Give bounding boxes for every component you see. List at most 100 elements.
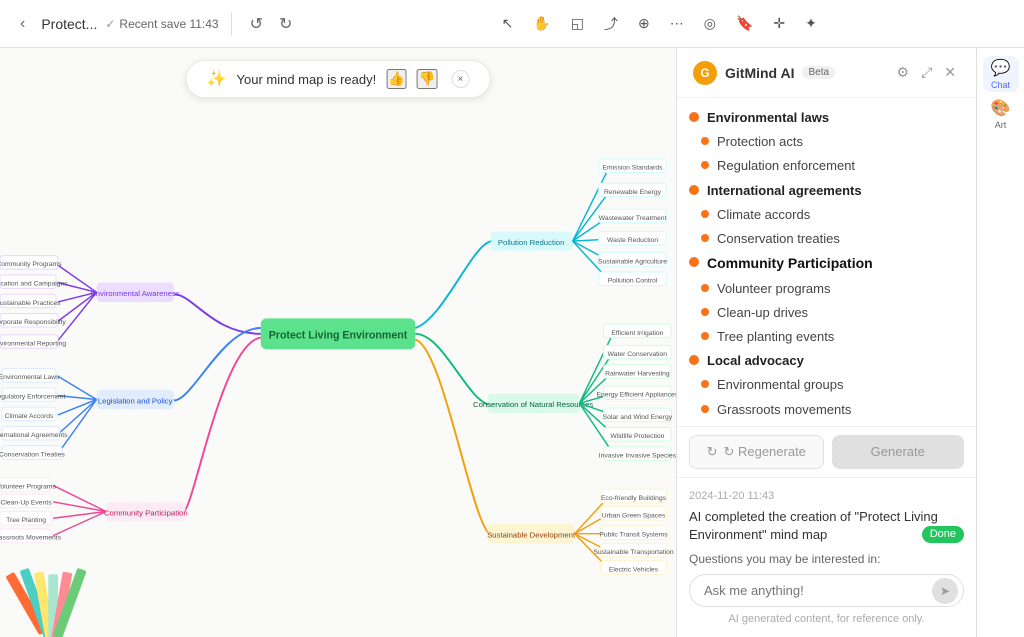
mindmap-svg: Protect Living Environment Environmental… <box>0 48 676 637</box>
topic-item: Clean-up drives <box>685 301 968 325</box>
disclaimer-text: AI generated content, for reference only… <box>689 613 964 625</box>
sidebar-settings-button[interactable]: ⚙ <box>893 60 914 85</box>
topic-text: Protection acts <box>717 133 803 151</box>
svg-text:Regulatory Enforcement: Regulatory Enforcement <box>0 394 65 401</box>
svg-text:Tree Planting: Tree Planting <box>6 517 46 524</box>
svg-text:Eco-friendly Buildings: Eco-friendly Buildings <box>601 495 667 502</box>
chat-message-text: AI completed the creation of "Protect Li… <box>689 509 938 542</box>
toolbar-left: ‹ Protect... ✓ Recent save 11:43 ↺ ↻ <box>12 9 298 39</box>
svg-text:Environmental Laws: Environmental Laws <box>0 374 60 381</box>
svg-text:Water Conservation: Water Conservation <box>608 351 668 358</box>
svg-text:Wastewater Treatment: Wastewater Treatment <box>599 215 667 222</box>
topic-text: Grassroots movements <box>717 401 851 419</box>
document-title: Protect... <box>41 16 97 32</box>
cursor-tool-btn[interactable]: ↖ <box>494 9 522 38</box>
beta-badge: Beta <box>802 66 835 79</box>
notification-banner: ✨ Your mind map is ready! 👍 👎 × <box>186 60 491 98</box>
chat-panel-button[interactable]: 💬 Chat <box>983 56 1019 92</box>
style-tool-btn[interactable]: ◎ <box>696 9 724 38</box>
sidebar-header-actions: ⚙ ⤢ ✕ <box>893 60 961 85</box>
svg-text:Grassroots Movements: Grassroots Movements <box>0 535 62 542</box>
toolbar-divider-1 <box>231 12 232 36</box>
generate-button[interactable]: Generate <box>832 435 965 469</box>
svg-text:Invasive Invasive Species: Invasive Invasive Species <box>599 452 676 459</box>
topic-text: Volunteer programs <box>717 280 830 298</box>
back-button[interactable]: ‹ <box>12 9 33 39</box>
svg-text:Clean-Up Events: Clean-Up Events <box>1 500 53 507</box>
chat-icon: 💬 <box>991 58 1011 78</box>
send-icon: ➤ <box>940 584 950 598</box>
svg-text:Community Participation: Community Participation <box>104 508 188 517</box>
svg-text:Emission Standards: Emission Standards <box>603 165 664 172</box>
ask-input[interactable] <box>689 574 964 607</box>
thumbs-down-button[interactable]: 👎 <box>417 69 438 89</box>
topic-item: Climate accords <box>685 203 968 227</box>
svg-text:Waste Reduction: Waste Reduction <box>607 237 658 244</box>
topic-text: Environmental groups <box>717 376 843 394</box>
topic-bullet <box>701 332 709 340</box>
add-node-tool-btn[interactable]: ⊕ <box>630 9 658 38</box>
close-notification-button[interactable]: × <box>451 70 469 88</box>
topic-text: Environmental laws <box>707 109 829 127</box>
topic-item: International agreements <box>685 179 968 203</box>
svg-text:International Agreements: International Agreements <box>0 432 68 439</box>
plus-tool-btn[interactable]: ✛ <box>765 9 793 38</box>
topic-item: Grassroots movements <box>685 398 968 422</box>
topic-item: Regulation enforcement <box>685 154 968 178</box>
topic-text: Clean-up drives <box>717 304 808 322</box>
topic-bullet <box>701 210 709 218</box>
svg-text:Sustainable Development: Sustainable Development <box>487 531 576 540</box>
branch-tool-btn[interactable]: ⋯ <box>662 9 692 38</box>
svg-text:Pollution Control: Pollution Control <box>608 278 658 285</box>
topic-text: Conservation treaties <box>717 230 840 248</box>
ai-sidebar: G GitMind AI Beta ⚙ ⤢ ✕ Environmental la… <box>676 48 976 637</box>
svg-text:Volunteer Programs: Volunteer Programs <box>0 483 57 490</box>
topic-item: Volunteer programs <box>685 277 968 301</box>
undo-button[interactable]: ↺ <box>244 10 269 38</box>
undo-redo-group: ↺ ↻ <box>244 10 299 38</box>
regenerate-button[interactable]: ↻ ↻ Regenerate <box>689 435 824 469</box>
topic-bullet <box>689 112 699 122</box>
svg-text:Pollution Reduction: Pollution Reduction <box>498 238 565 247</box>
sidebar-actions: ↻ ↻ Regenerate Generate <box>677 426 976 477</box>
svg-text:Legislation and Policy: Legislation and Policy <box>98 396 173 405</box>
svg-text:Efficient Irrigation: Efficient Irrigation <box>611 330 663 337</box>
topic-items-container: Environmental laws Protection acts Regulat… <box>677 106 976 422</box>
topic-bullet <box>701 137 709 145</box>
action-btn-row: ↻ ↻ Regenerate Generate <box>689 435 964 469</box>
chat-section: 2024-11-20 11:43 AI completed the creati… <box>677 477 976 637</box>
chat-timestamp: 2024-11-20 11:43 <box>689 490 964 502</box>
redo-button[interactable]: ↻ <box>273 10 298 38</box>
save-check-icon: ✓ <box>105 17 115 31</box>
hand-tool-btn[interactable]: ✋ <box>525 9 558 38</box>
topic-text: Regulation enforcement <box>717 157 855 175</box>
svg-text:Climate Accords: Climate Accords <box>5 413 54 420</box>
svg-text:Environmental Reporting: Environmental Reporting <box>0 340 66 347</box>
thumbs-up-button[interactable]: 👍 <box>386 69 407 89</box>
send-button[interactable]: ➤ <box>932 578 958 604</box>
gitmind-logo: G <box>693 61 717 85</box>
mindmap-area[interactable]: ✨ Your mind map is ready! 👍 👎 × Protect … <box>0 48 676 637</box>
done-badge: Done <box>922 526 964 543</box>
topic-text: Climate accords <box>717 206 810 224</box>
connector-tool-btn[interactable]: ⤴ <box>596 8 626 40</box>
svg-text:Community Programs: Community Programs <box>0 261 62 268</box>
sidebar-expand-button[interactable]: ⤢ <box>917 60 936 85</box>
art-panel-button[interactable]: 🎨 Art <box>983 96 1019 132</box>
regenerate-icon: ↻ <box>707 444 718 460</box>
topic-bullet <box>689 185 699 195</box>
toolbar-center: ↖ ✋ ◱ ⤴ ⊕ ⋯ ◎ 🔖 ✛ ✦ <box>306 8 1012 40</box>
svg-text:Sustainable Agriculture: Sustainable Agriculture <box>598 258 667 265</box>
magic-tool-btn[interactable]: ✦ <box>797 9 825 38</box>
shape-tool-btn[interactable]: ◱ <box>563 9 592 38</box>
topic-bullet <box>689 257 699 267</box>
bookmark-tool-btn[interactable]: 🔖 <box>728 9 761 38</box>
topic-text: Community Participation <box>707 254 873 274</box>
sidebar-close-button[interactable]: ✕ <box>940 60 960 85</box>
topic-text: Tree planting events <box>717 328 834 346</box>
main-content: ✨ Your mind map is ready! 👍 👎 × Protect … <box>0 48 1024 637</box>
topic-bullet <box>689 355 699 365</box>
svg-text:Urban Green Spaces: Urban Green Spaces <box>602 512 666 519</box>
panel-icons-column: 💬 Chat 🎨 Art <box>976 48 1024 637</box>
topic-item: Protection acts <box>685 130 968 154</box>
